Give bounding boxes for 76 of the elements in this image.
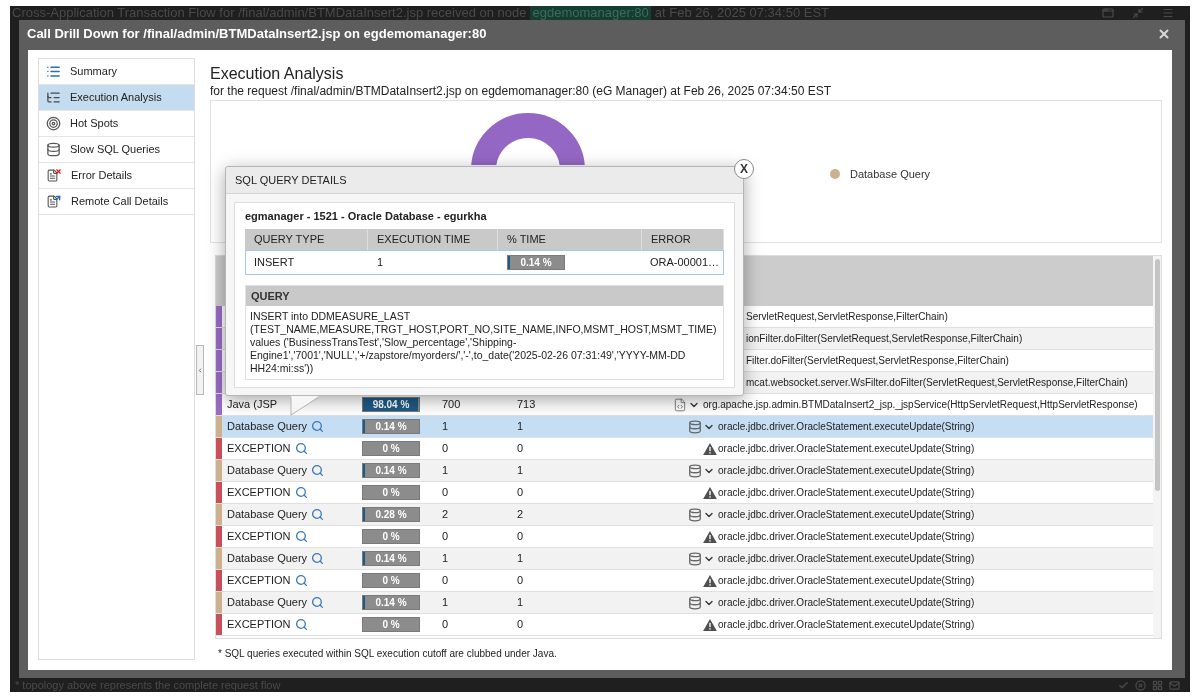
call-type: Database Query <box>227 551 308 567</box>
percent-label: 98.04 % <box>372 398 410 411</box>
table-cell-text: 0 <box>517 485 524 501</box>
call-type: EXCEPTION <box>227 441 291 457</box>
percent-label: 0.14 % <box>375 596 407 609</box>
column-header: EXECUTION TIME <box>377 232 471 248</box>
method-name: oracle.jdbc.driver.OracleStatement.executeUpdate(String) <box>718 420 975 434</box>
table-cell-text: INSERT <box>254 255 295 271</box>
table-cell-text: ORA-00001… <box>650 255 720 271</box>
table-cell-text: 0 <box>442 441 449 457</box>
method-name: oracle.jdbc.driver.OracleStatement.executeUpdate(String) <box>718 508 975 522</box>
table-cell-text: 0 <box>442 485 449 501</box>
method-name: Filter.doFilter(ServletRequest,ServletResponse,FilterChain) <box>746 354 1009 368</box>
percent-label: 0 % <box>382 530 400 543</box>
table-cell-text: 1 <box>442 463 449 479</box>
column-header: % TIME <box>507 232 546 248</box>
method-name: oracle.jdbc.driver.OracleStatement.executeUpdate(String) <box>718 442 975 456</box>
table-cell-text: 0 <box>442 617 449 633</box>
method-name: ServletRequest,ServletResponse,FilterChain) <box>746 310 948 324</box>
table-cell-text: 713 <box>517 397 536 413</box>
method-name: oracle.jdbc.driver.OracleStatement.executeUpdate(String) <box>718 618 975 632</box>
percent-label: 0.28 % <box>375 508 407 521</box>
table-cell-text: 1 <box>442 595 449 611</box>
table-cell-text: 0 <box>442 529 449 545</box>
table-cell-text: 1 <box>517 419 524 435</box>
section-subtitle: for the request /final/admin/BTMDataInsert2.jsp on egdemomanager:80 (eG Manager) at Feb 26, 2025 07:34:50 EST <box>210 84 833 99</box>
dialog-title: Call Drill Down for /final/admin/BTMDataInsert2.jsp on egdemomanager:80 <box>27 25 487 44</box>
method-name: oracle.jdbc.driver.OracleStatement.executeUpdate(String) <box>718 574 975 588</box>
table-cell-text: 2 <box>517 507 524 523</box>
percent-label: 0 % <box>382 442 400 455</box>
method-name: oracle.jdbc.driver.OracleStatement.executeUpdate(String) <box>718 552 975 566</box>
section-title: Execution Analysis <box>210 64 345 84</box>
column-header: QUERY TYPE <box>254 232 325 248</box>
call-type: Database Query <box>227 595 308 611</box>
table-cell-text: 1 <box>517 595 524 611</box>
method-name: mcat.websocket.server.WsFilter.doFilter(ServletRequest,ServletResponse,FilterChain) <box>746 376 1128 390</box>
percent-label: 0 % <box>382 574 400 587</box>
method-name: oracle.jdbc.driver.OracleStatement.executeUpdate(String) <box>718 596 975 610</box>
call-type: EXCEPTION <box>227 529 291 545</box>
method-name: oracle.jdbc.driver.OracleStatement.executeUpdate(String) <box>718 530 975 544</box>
table-cell-text: 1 <box>377 255 384 271</box>
legend-label: Database Query <box>850 167 931 182</box>
table-cell-text: 0 <box>442 573 449 589</box>
call-type: Database Query <box>227 507 308 523</box>
popup-title: SQL QUERY DETAILS <box>235 172 347 188</box>
footnote: * SQL queries executed within SQL execution cutoff are clubbed under Java. <box>218 648 558 660</box>
table-cell-text: 1 <box>442 419 449 435</box>
call-type: Database Query <box>227 419 308 435</box>
method-name: ionFilter.doFilter(ServletRequest,ServletResponse,FilterChain) <box>746 332 1023 346</box>
column-header: ERROR <box>651 232 691 248</box>
table-cell-text: 0 <box>517 441 524 457</box>
percent-label: 0.14 % <box>375 420 407 433</box>
table-cell-text: 1 <box>442 551 449 567</box>
table-cell-text: 2 <box>442 507 449 523</box>
table-cell-text: 1 <box>517 551 524 567</box>
call-type: EXCEPTION <box>227 617 291 633</box>
method-name: oracle.jdbc.driver.OracleStatement.executeUpdate(String) <box>718 464 975 478</box>
call-type: Database Query <box>227 463 308 479</box>
table-cell-text: 0 <box>517 529 524 545</box>
percent-label: 0.14 % <box>375 464 407 477</box>
call-type: Java (JSP <box>227 397 278 413</box>
table-cell-text: 700 <box>442 397 461 413</box>
percent-label: 0 % <box>382 618 400 631</box>
table-cell-text: 0 <box>517 573 524 589</box>
percent-label: 0 % <box>382 486 400 499</box>
method-name: oracle.jdbc.driver.OracleStatement.executeUpdate(String) <box>718 486 975 500</box>
query-text: INSERT into DDMEASURE_LAST (TEST_NAME,MEASURE,TRGT_HOST,PORT_NO,SITE_NAME,INFO,MSMT_HOST,MSMT_TIME) values ('BusinessTransTest','Slow_percentage','Shipping-Engine1','7001','NULL','+/zapstore/myorders/','-',to_date('2025-02-26 07:31:49','YYYY-MM-DD HH24:mi:ss')) <box>249 309 718 376</box>
call-type: EXCEPTION <box>227 485 291 501</box>
percent-label: 0.14 % <box>520 256 552 269</box>
table-cell-text: 0 <box>517 617 524 633</box>
source-title: egmanager - 1521 - Oracle Database - egurkha <box>245 208 487 224</box>
call-type: EXCEPTION <box>227 573 291 589</box>
method-name: org.apache.jsp.admin.BTMDataInsert2_jsp._jspService(HttpServletRequest,HttpServletResponse) <box>703 398 1138 412</box>
query-label: QUERY <box>251 288 290 304</box>
table-cell-text: 1 <box>517 463 524 479</box>
percent-label: 0.14 % <box>375 552 407 565</box>
